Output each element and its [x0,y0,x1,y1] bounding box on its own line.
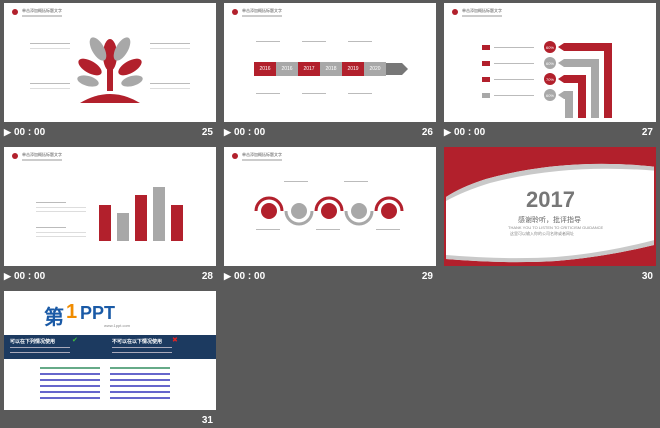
thanks-text: 感谢聆听，批评指导 [518,217,581,224]
bar [153,187,165,241]
slide-thumbnail-28[interactable]: 单击添加概括标题文字 [4,147,216,266]
slide-meta: ▶ 00 : 00 26 [224,126,436,140]
slide-number: 31 [201,415,213,426]
slide-meta: 30 [444,270,656,284]
tree-icon [77,37,143,103]
film-icon: ▶ [4,271,11,281]
text-line [36,236,86,237]
slide-meta: ▶ 00 : 00 27 [444,126,656,140]
bar [99,205,111,241]
year-label: 2017 [303,66,315,72]
sub-text: 这里可以输入你的公司名称或者网址 [510,231,574,236]
link-line [40,385,100,387]
text-line [36,227,66,228]
cross-icon: ✖ [172,337,178,344]
year-label: 2018 [325,66,337,72]
text-line [112,347,172,348]
text-line [284,181,308,182]
logo-one: 1 [66,301,78,323]
check-icon: ✔ [72,337,78,344]
bar [171,205,183,241]
link-column [110,367,178,403]
stepped-arrows-icon [558,43,612,118]
slide-meta: 31 [4,414,216,428]
slide-thumbnail-26[interactable]: 单击添加概括标题文字 2016 2016 2017 2018 2019 2020 [224,3,436,122]
process-circles-icon [254,196,404,226]
cannot-use-text: 不可以在以下情况使用 [112,339,163,345]
slide-time: 00 : 00 [14,127,46,138]
year-label: 2020 [369,66,381,72]
slide-thumbnail-27[interactable]: 单击添加概括标题文字 60% 60% 70% 60% [444,3,656,122]
text-line [36,207,86,208]
subtitle-line [22,159,62,161]
slide-number: 27 [641,127,653,138]
slide-meta: ▶ 00 : 00 28 [4,270,216,284]
slide-number: 28 [201,271,213,282]
link-line [110,385,170,387]
slide-number: 26 [421,127,433,138]
film-icon: ▶ [224,271,231,281]
link-line [110,391,170,393]
thanks-en: THANK YOU TO LISTEN TO CRITICISM GUIDANC… [508,225,604,230]
text-line [36,232,86,233]
slide-number: 25 [201,127,213,138]
text-line [316,229,340,230]
slide-meta: ▶ 00 : 00 29 [224,270,436,284]
link-line [40,391,100,393]
film-icon: ▶ [224,127,231,137]
link-column [40,367,108,403]
text-line [256,229,280,230]
link-line [110,373,170,375]
film-icon: ▶ [444,127,451,137]
year-label: 2016 [259,66,271,72]
year-title: 2017 [526,187,575,212]
text-line [10,352,70,353]
year-label: 2016 [281,66,293,72]
link-line [40,367,100,369]
can-use-text: 可以在下列情况使用 [10,339,56,345]
text-line [36,202,66,203]
link-line [40,373,100,375]
slide-thumbnail-30[interactable]: 2017 感谢聆听，批评指导 THANK YOU TO LISTEN TO CR… [444,147,656,266]
text-line [376,229,400,230]
logo-url: www.1ppt.com [104,323,131,328]
slide-number: 29 [421,271,433,282]
bar [135,195,147,241]
year-labels: 2016 2016 2017 2018 2019 2020 [254,66,386,72]
link-line [40,379,100,381]
slide-title: 单击添加概括标题文字 [22,152,62,157]
slide-time: 00 : 00 [234,271,266,282]
logo-ppt: PPT [80,303,116,323]
film-icon: ▶ [4,127,11,137]
text-line [344,181,368,182]
slide-meta: ▶ 00 : 00 25 [4,126,216,140]
link-line [40,397,100,399]
header-dot [12,153,18,159]
logo-di: 第 [44,307,64,329]
link-line [110,379,170,381]
text-line [36,211,86,212]
link-line [110,367,170,369]
year-label: 2019 [347,66,359,72]
arrow-icon [386,63,408,75]
slide-thumbnail-31[interactable]: 第 1 PPT www.1ppt.com 可以在下列情况使用 不可以在以下情况使… [4,291,216,410]
slide-number: 30 [641,271,653,282]
text-line [112,352,172,353]
slide-thumbnail-29[interactable]: 单击添加概括标题文字 [224,147,436,266]
slide-time: 00 : 00 [14,271,46,282]
link-line [110,397,170,399]
slide-time: 00 : 00 [234,127,266,138]
slide-thumbnail-25[interactable]: 单击添加概括标题文字 [4,3,216,122]
text-line [10,347,70,348]
bar [117,213,129,241]
slide-time: 00 : 00 [454,127,486,138]
